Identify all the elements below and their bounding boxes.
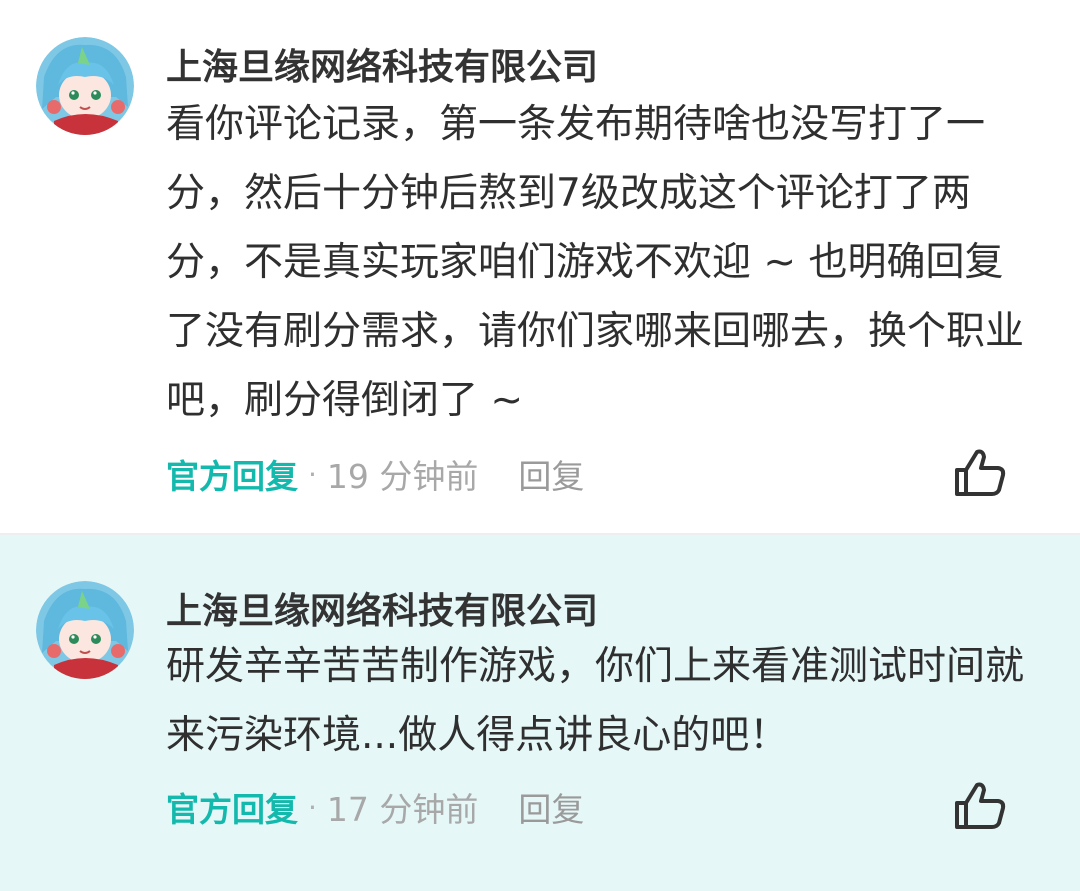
official-reply-badge: 官方回复 [166,790,298,829]
comment-item: 上海旦缘网络科技有限公司 看你评论记录，第一条发布期待啥也没写打了一分，然后十分… [0,0,1080,535]
reply-button[interactable]: 回复 [518,450,584,498]
comment-page: 上海旦缘网络科技有限公司 看你评论记录，第一条发布期待啥也没写打了一分，然后十分… [0,0,1080,891]
like-button[interactable] [953,781,1007,831]
comment-meta: 官方回复 · 17 分钟前 回复 [166,785,584,829]
comment-text: 研发辛辛苦苦制作游戏，你们上来看准测试时间就来污染环境...做人得点讲良心的吧！ [166,644,1025,758]
avatar[interactable] [36,37,134,135]
author-name[interactable]: 上海旦缘网络科技有限公司 [166,582,598,634]
anime-avatar-icon [36,581,134,679]
comment-meta: 官方回复 · 19 分钟前 回复 [166,452,584,496]
avatar[interactable] [36,581,134,679]
comment-time: 17 分钟前 [326,790,479,829]
thumbs-up-icon [955,449,1006,496]
author-name[interactable]: 上海旦缘网络科技有限公司 [166,38,598,90]
comment-text: 看你评论记录，第一条发布期待啥也没写打了一分，然后十分钟后熬到7级改成这个评论打… [166,102,1025,423]
anime-avatar-icon [36,37,134,135]
official-reply-badge: 官方回复 [166,457,298,496]
like-button[interactable] [953,448,1007,498]
thumbs-up-icon [955,782,1006,829]
comment-time: 19 分钟前 [326,457,479,496]
meta-separator: · [308,790,317,824]
comment-item: 上海旦缘网络科技有限公司 研发辛辛苦苦制作游戏，你们上来看准测试时间就来污染环境… [0,535,1080,891]
reply-button[interactable]: 回复 [518,783,584,831]
meta-separator: · [308,457,317,491]
